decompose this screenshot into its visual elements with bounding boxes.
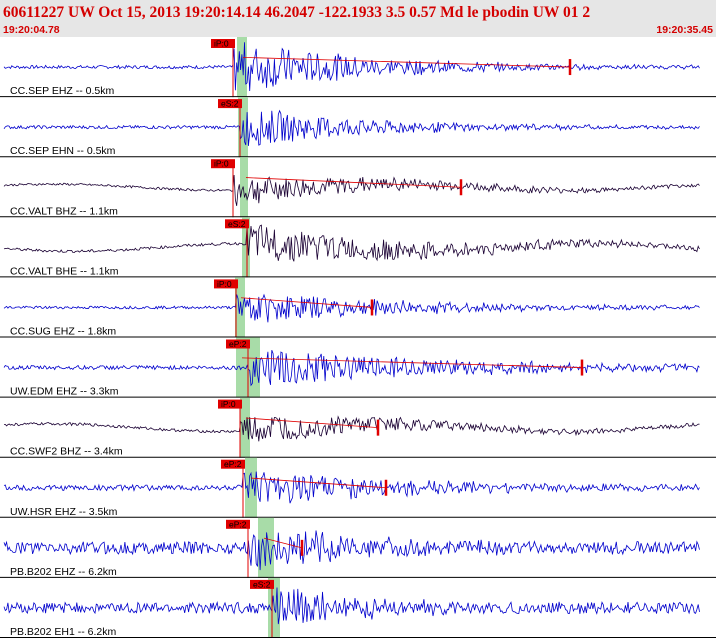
start-time: 19:20:04.78: [3, 24, 60, 36]
channel-label: UW.HSR EHZ -- 3.5km: [10, 506, 118, 518]
pick-label: iP:0: [217, 279, 232, 289]
pick-label: eS:2: [253, 579, 271, 589]
channel-row: iP:0 CC.SUG EHZ -- 1.8km: [0, 277, 716, 338]
channel-label: UW.EDM EHZ -- 3.3km: [10, 386, 119, 398]
coda-decay-line: [245, 417, 379, 429]
channel-row: eS:2 PB.B202 EH1 -- 6.2km: [0, 577, 716, 638]
seismogram-panel: 60611227 UW Oct 15, 2013 19:20:14.14 46.…: [0, 0, 716, 638]
coda-decay-line: [245, 177, 462, 188]
end-time: 19:20:35.45: [656, 24, 713, 36]
channel-row: iP:0 CC.VALT BHZ -- 1.1km: [0, 157, 716, 218]
channel-label: PB.B202 EHZ -- 6.2km: [10, 566, 117, 578]
pick-label: iP:0: [214, 39, 229, 49]
channel-row: iP:0 CC.SEP EHZ -- 0.5km: [0, 37, 716, 98]
pick-label: iP:0: [214, 159, 229, 169]
pick-window: [240, 157, 248, 218]
channel-label: CC.VALT BHE -- 1.1km: [10, 265, 119, 277]
waveform-trace: [3, 224, 700, 262]
channel-row: eP:2 PB.B202 EHZ -- 6.2km: [0, 517, 716, 578]
coda-decay-line: [250, 477, 387, 489]
waveform-trace: [3, 293, 700, 323]
waveform-trace: [3, 174, 700, 206]
channel-rows: iP:0 CC.SEP EHZ -- 0.5km eS:2 CC.SEP EHN --…: [0, 37, 716, 638]
channel-label: CC.VALT BHZ -- 1.1km: [10, 205, 118, 217]
event-title: 60611227 UW Oct 15, 2013 19:20:14.14 46.…: [3, 4, 590, 21]
pick-label: eP:2: [229, 519, 247, 529]
channel-label: CC.SWF2 BHZ -- 3.4km: [10, 446, 123, 458]
channel-row: iP:0 CC.SWF2 BHZ -- 3.4km: [0, 397, 716, 458]
waveform-trace: [3, 530, 700, 571]
pick-label: eS:2: [221, 99, 239, 109]
channel-row: eS:2 CC.VALT BHE -- 1.1km: [0, 217, 716, 278]
channel-label: CC.SEP EHN -- 0.5km: [10, 145, 116, 157]
pick-label: eP:2: [229, 339, 247, 349]
waveform-trace: [3, 109, 700, 146]
channel-row: eS:2 CC.SEP EHN -- 0.5km: [0, 97, 716, 158]
waveform-trace: [3, 587, 700, 625]
pick-label: eP:2: [224, 459, 242, 469]
waveform-trace: [3, 471, 700, 504]
waveform-trace: [3, 42, 700, 92]
waveform-trace: [3, 350, 700, 387]
pick-label: eS:2: [228, 219, 246, 229]
channel-label: CC.SUG EHZ -- 1.8km: [10, 326, 116, 338]
channel-label: CC.SEP EHZ -- 0.5km: [10, 85, 114, 97]
pick-label: iP:0: [221, 399, 236, 409]
channel-label: PB.B202 EH1 -- 6.2km: [10, 626, 116, 638]
channel-row: eP:2 UW.EDM EHZ -- 3.3km: [0, 337, 716, 398]
waveform-trace: [3, 415, 700, 442]
channel-row: eP:2 UW.HSR EHZ -- 3.5km: [0, 457, 716, 518]
